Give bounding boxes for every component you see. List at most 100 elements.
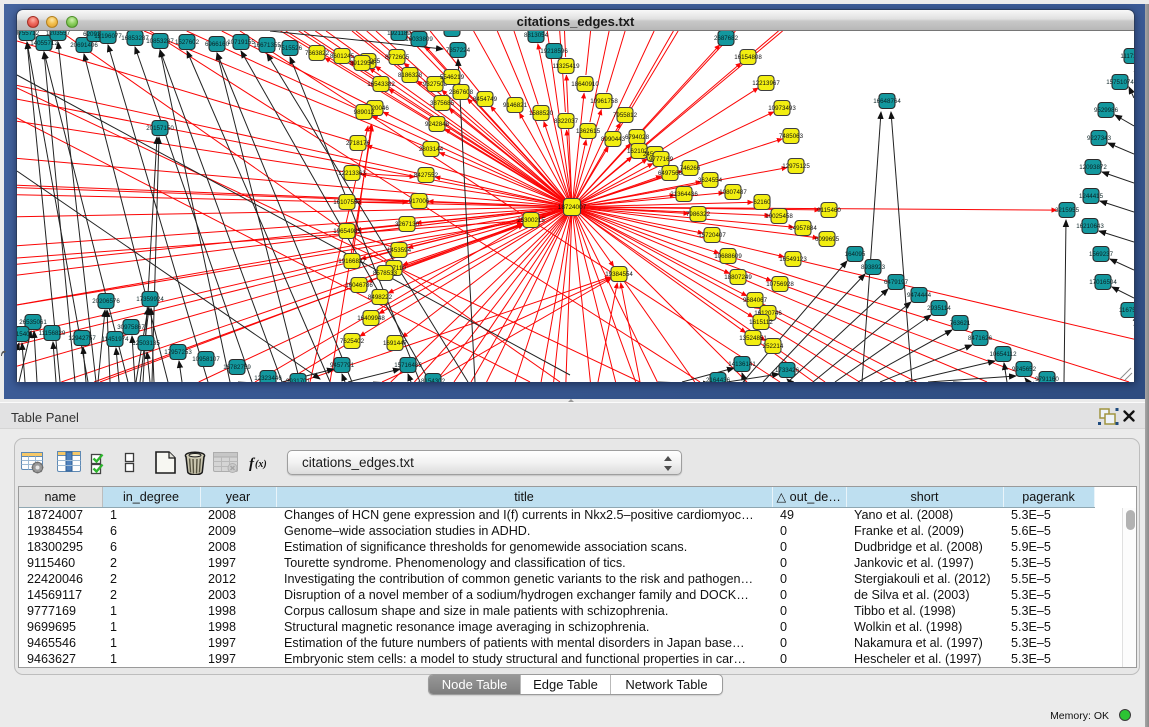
svg-text:10719155: 10719155 <box>227 39 255 46</box>
svg-text:8471626: 8471626 <box>968 335 993 342</box>
svg-text:9474444: 9474444 <box>907 292 932 299</box>
svg-text:25300215: 25300215 <box>517 217 545 224</box>
svg-text:17957253: 17957253 <box>164 349 192 356</box>
svg-text:7485063: 7485063 <box>779 133 804 140</box>
svg-text:12975125: 12975125 <box>782 163 810 170</box>
svg-text:1203557: 1203557 <box>46 31 71 37</box>
svg-text:8154302: 8154302 <box>421 378 446 382</box>
svg-text:9154023: 9154023 <box>440 31 465 33</box>
svg-text:8772605: 8772605 <box>385 54 410 61</box>
svg-text:14136141: 14136141 <box>728 361 756 368</box>
svg-text:9227343: 9227343 <box>1087 135 1112 142</box>
svg-text:9242848: 9242848 <box>425 121 450 128</box>
svg-text:16543382: 16543382 <box>367 81 395 88</box>
svg-text:16409948: 16409948 <box>357 315 385 322</box>
svg-text:746266: 746266 <box>680 165 701 172</box>
svg-text:16549123: 16549123 <box>779 256 807 263</box>
svg-text:2803144: 2803144 <box>419 146 444 153</box>
svg-text:18807249: 18807249 <box>724 274 752 281</box>
svg-text:12093872: 12093872 <box>1079 164 1107 171</box>
svg-text:17359924: 17359924 <box>136 296 164 303</box>
svg-text:8601245: 8601245 <box>330 53 355 60</box>
svg-text:12942757: 12942757 <box>68 335 96 342</box>
svg-text:1615112: 1615112 <box>749 319 773 326</box>
svg-text:2718176: 2718176 <box>346 140 371 147</box>
svg-text:9115460: 9115460 <box>817 207 841 214</box>
svg-text:7986322: 7986322 <box>686 211 711 218</box>
svg-text:16853287: 16853287 <box>121 35 149 42</box>
svg-text:116753: 116753 <box>1119 307 1134 314</box>
svg-text:15751074: 15751074 <box>1106 79 1134 86</box>
svg-text:20157150: 20157150 <box>146 125 174 132</box>
svg-text:2164436: 2164436 <box>706 377 731 382</box>
svg-text:17016504: 17016504 <box>1089 279 1117 286</box>
svg-text:7515526: 7515526 <box>278 45 303 52</box>
svg-text:12323446: 12323446 <box>254 375 282 382</box>
svg-text:9457791: 9457791 <box>330 362 355 369</box>
svg-text:9529986: 9529986 <box>1094 107 1119 114</box>
svg-text:1453594: 1453594 <box>387 247 412 254</box>
svg-text:11325419: 11325419 <box>552 63 580 70</box>
svg-text:9777169: 9777169 <box>649 156 674 163</box>
svg-text:1244415: 1244415 <box>1079 193 1104 200</box>
svg-text:8427552: 8427552 <box>414 172 439 179</box>
svg-text:20206576: 20206576 <box>92 298 120 305</box>
svg-text:11451974: 11451974 <box>101 336 129 343</box>
svg-text:20691406: 20691406 <box>70 42 98 49</box>
svg-text:1588520: 1588520 <box>529 110 554 117</box>
svg-text:9931701: 9931701 <box>286 378 311 382</box>
svg-text:7625402: 7625402 <box>340 338 365 345</box>
svg-text:12213967: 12213967 <box>752 80 780 87</box>
svg-text:12503135: 12503135 <box>132 340 160 347</box>
svg-text:11156829: 11156829 <box>39 330 66 337</box>
svg-text:7357224: 7357224 <box>446 47 471 54</box>
svg-text:16033809: 16033809 <box>405 36 433 43</box>
svg-text:15716485: 15716485 <box>394 362 422 369</box>
svg-text:6099695: 6099695 <box>815 236 840 243</box>
svg-text:9245652: 9245652 <box>1012 366 1037 373</box>
svg-text:8498222: 8498222 <box>368 294 393 301</box>
svg-text:3624554: 3624554 <box>698 177 723 184</box>
svg-text:2935114: 2935114 <box>927 305 951 312</box>
svg-text:3875685: 3875685 <box>430 100 455 107</box>
svg-text:917006: 917006 <box>409 198 430 205</box>
svg-text:62160: 62160 <box>753 199 771 206</box>
svg-text:8578533: 8578533 <box>373 270 398 277</box>
svg-text:10654112: 10654112 <box>989 351 1017 358</box>
svg-text:9755712: 9755712 <box>17 31 40 37</box>
svg-text:12213363: 12213363 <box>338 170 366 177</box>
svg-text:1733426: 1733426 <box>775 367 800 374</box>
svg-text:1117243: 1117243 <box>1120 53 1134 60</box>
svg-text:16648764: 16648764 <box>873 98 901 105</box>
svg-text:19218596: 19218596 <box>540 48 568 55</box>
svg-text:3215955: 3215955 <box>1055 207 1080 214</box>
svg-text:10807487: 10807487 <box>719 189 747 196</box>
svg-text:12196077: 12196077 <box>94 33 122 40</box>
svg-text:2687682: 2687682 <box>714 35 739 42</box>
svg-text:7663822: 7663822 <box>305 50 330 57</box>
svg-text:16154808: 16154808 <box>734 54 762 61</box>
svg-text:18640910: 18640910 <box>571 81 599 88</box>
svg-text:8912954: 8912954 <box>350 60 375 67</box>
svg-text:6479197: 6479197 <box>884 279 909 286</box>
svg-text:9146821: 9146821 <box>503 102 528 109</box>
svg-text:16782759: 16782759 <box>223 364 251 371</box>
svg-text:10688609: 10688609 <box>714 253 742 260</box>
svg-text:1362615: 1362615 <box>576 128 601 135</box>
svg-text:164095: 164095 <box>845 251 866 258</box>
svg-text:16046786: 16046786 <box>345 282 373 289</box>
svg-text:19166827: 19166827 <box>338 258 366 265</box>
svg-text:14957884: 14957884 <box>789 225 817 232</box>
svg-text:10853287: 10853287 <box>146 38 174 45</box>
svg-text:9684067: 9684067 <box>743 297 768 304</box>
svg-text:3267130: 3267130 <box>395 221 420 228</box>
svg-text:8938923: 8938923 <box>861 264 886 271</box>
svg-text:26535061: 26535061 <box>19 319 47 326</box>
svg-text:16210643: 16210643 <box>1076 223 1104 230</box>
svg-text:18724007: 18724007 <box>558 204 587 211</box>
svg-text:1569237: 1569237 <box>1089 251 1114 258</box>
svg-text:7955812: 7955812 <box>613 112 638 119</box>
svg-text:763621: 763621 <box>950 320 971 327</box>
svg-text:21364436: 21364436 <box>670 191 698 198</box>
svg-text:8322037: 8322037 <box>554 118 579 125</box>
